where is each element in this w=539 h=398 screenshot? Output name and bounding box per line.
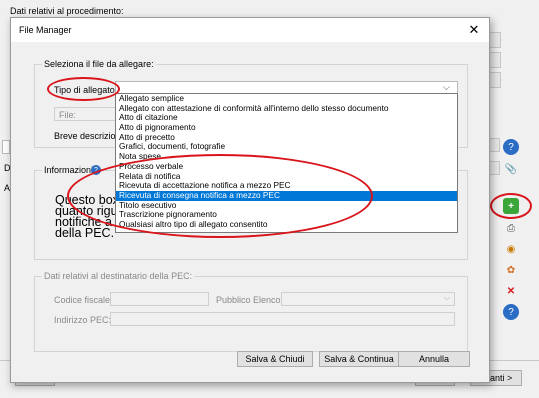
file-manager-dialog: File Manager ✕ Seleziona il file da alle… <box>10 17 490 383</box>
add-icon[interactable]: + <box>503 198 519 214</box>
delete-icon[interactable]: ✕ <box>503 283 519 299</box>
help-icon[interactable]: ? <box>503 304 519 320</box>
pec-address-input[interactable] <box>110 312 455 326</box>
attachment-icon[interactable]: 📎 <box>503 161 519 177</box>
background-field <box>2 140 10 154</box>
pec-address-label: Indirizzo PEC: <box>54 315 112 325</box>
type-dropdown-list[interactable]: Allegato semplice Allegato con attestazio… <box>115 93 458 233</box>
type-label: Tipo di allegato: <box>54 85 118 95</box>
dialog-titlebar <box>11 18 489 42</box>
help-icon[interactable]: ? <box>503 139 519 155</box>
info-legend: Informazioni: <box>42 165 98 175</box>
recipient-legend: Dati relativi al destinatario della PEC: <box>42 271 195 281</box>
type-option[interactable]: Grafici, documenti, fotografie <box>116 142 457 152</box>
close-icon[interactable]: ✕ <box>463 20 485 40</box>
dialog-title: File Manager <box>19 25 72 35</box>
chevron-down-icon[interactable]: ⌵ <box>444 293 450 303</box>
cancel-button[interactable]: Annulla <box>398 351 470 367</box>
view-icon[interactable]: ◉ <box>503 241 519 257</box>
save-close-button[interactable]: Salva & Chiudi <box>237 351 313 367</box>
save-continue-button[interactable]: Salva & Continua <box>319 351 399 367</box>
file-field[interactable]: File: <box>54 107 116 121</box>
seal-icon[interactable]: ✿ <box>503 262 519 278</box>
public-register-select[interactable] <box>281 292 455 306</box>
select-file-legend: Seleziona il file da allegare: <box>42 59 156 69</box>
tax-code-label: Codice fiscale: <box>54 295 113 305</box>
tax-code-input[interactable] <box>110 292 209 306</box>
chevron-down-icon[interactable]: ⌵ <box>443 82 450 93</box>
help-icon[interactable]: ? <box>91 165 101 175</box>
print-icon[interactable]: ⎙ <box>503 220 519 236</box>
background-section-title: Dati relativi al procedimento: <box>10 6 124 16</box>
public-register-label: Pubblico Elenco: <box>216 295 284 305</box>
type-option[interactable]: Qualsiasi altro tipo di allegato consent… <box>116 219 457 230</box>
